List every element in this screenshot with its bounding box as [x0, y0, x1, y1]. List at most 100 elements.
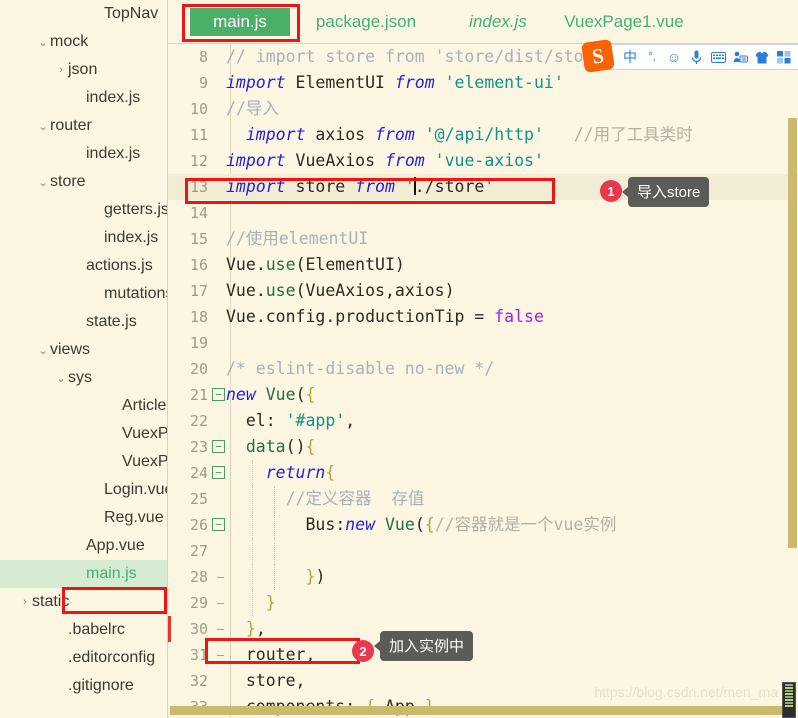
code-line-text: //导入 — [226, 99, 279, 118]
tree-item-label: mutations.js — [104, 285, 168, 302]
code-line[interactable]: 10 //导入 — [168, 96, 798, 122]
code-line-text: new Vue({ — [226, 385, 316, 404]
ime-toolbox-icon[interactable] — [774, 47, 794, 67]
code-line[interactable]: 29 } — [168, 590, 798, 616]
code-line[interactable]: 17 Vue.use(VueAxios,axios) — [168, 278, 798, 304]
code-line-text: import ElementUI from 'element-ui' — [226, 73, 564, 92]
code-line[interactable]: 25 //定义容器 存值 — [168, 486, 798, 512]
tree-item-main-js[interactable]: main.js — [0, 560, 168, 588]
chevron-down-icon[interactable]: ⌄ — [36, 36, 50, 49]
line-number: 20 — [189, 360, 208, 378]
chevron-down-icon[interactable]: ⌄ — [54, 372, 68, 385]
vertical-scrollbar[interactable] — [788, 118, 797, 548]
chevron-down-icon[interactable]: ⌄ — [36, 120, 50, 133]
horizontal-scrollbar-thumb[interactable] — [170, 706, 795, 715]
callout-tip-1: 导入store — [621, 177, 710, 207]
tree-item-json[interactable]: › json — [0, 56, 168, 84]
code-line-text: router, — [245, 645, 316, 664]
code-line[interactable]: 11 import axios from '@/api/http' //用了工具… — [168, 122, 798, 148]
ime-emoji-icon[interactable]: ☺ — [664, 47, 684, 67]
tree-item-article-vue[interactable]: Article.vue — [0, 392, 168, 420]
tree-item-vuexpage2-vue[interactable]: VuexPage2.vue — [0, 448, 168, 476]
tree-item-actions-js[interactable]: actions.js — [0, 252, 168, 280]
code-line[interactable]: 16 Vue.use(ElementUI) — [168, 252, 798, 278]
code-minimap[interactable] — [782, 682, 796, 718]
code-line[interactable]: 18 Vue.config.productionTip = false — [168, 304, 798, 330]
tree-item-login-vue[interactable]: Login.vue — [0, 476, 168, 504]
code-fold-toggle-icon[interactable]: − — [212, 388, 225, 401]
code-line[interactable]: 15 //使用elementUI — [168, 226, 798, 252]
line-number: 19 — [189, 334, 208, 352]
tree-item-label: VuexPage1.vue — [122, 425, 168, 442]
chevron-right-icon[interactable]: › — [18, 596, 32, 608]
chevron-right-icon[interactable]: › — [54, 64, 68, 76]
chevron-down-icon[interactable]: ⌄ — [36, 176, 50, 189]
ime-voice-input-icon[interactable] — [686, 47, 706, 67]
code-line[interactable]: 31 router, — [168, 642, 798, 668]
minimap-line — [785, 684, 793, 686]
tree-item-index-js[interactable]: index.js — [0, 140, 168, 168]
tree-item-gitignore[interactable]: .gitignore — [0, 672, 168, 700]
tree-item-sys[interactable]: ⌄ sys — [0, 364, 168, 392]
tree-item-store[interactable]: ⌄ store — [0, 168, 168, 196]
code-line[interactable]: 27 — [168, 538, 798, 564]
code-line[interactable]: 21− new Vue({ — [168, 382, 798, 408]
minimap-line — [785, 693, 793, 695]
tree-item-mock[interactable]: ⌄ mock — [0, 28, 168, 56]
tree-item-topnav[interactable]: TopNav — [0, 0, 168, 28]
horizontal-scrollbar[interactable] — [170, 706, 795, 715]
code-line[interactable]: 20 /* eslint-disable no-new */ — [168, 356, 798, 382]
tree-item-vuexpage1-vue[interactable]: VuexPage1.vue — [0, 420, 168, 448]
tree-item-router[interactable]: ⌄ router — [0, 112, 168, 140]
tree-item-static[interactable]: › static — [0, 588, 168, 616]
line-number: 29 — [189, 594, 208, 612]
tree-item-index-js[interactable]: index.js — [0, 224, 168, 252]
editor-tab-main-js[interactable]: main.js — [190, 8, 290, 36]
code-line[interactable]: 22 el: '#app', — [168, 408, 798, 434]
project-tree-panel[interactable]: TopNav ⌄ mock › json index.js ⌄ router index.js ⌄… — [0, 0, 168, 718]
editor-tab-package-json[interactable]: package.json — [306, 8, 426, 36]
editor-tab-label: index.js — [469, 12, 527, 31]
code-fold-toggle-icon[interactable]: − — [212, 518, 225, 531]
editor-tab-bar[interactable]: main.js package.json index.js VuexPage1.vue — [168, 0, 798, 44]
code-line[interactable]: 28 }) — [168, 564, 798, 590]
code-line[interactable]: 26− Bus:new Vue({//容器就是一个vue实例 — [168, 512, 798, 538]
line-number: 12 — [189, 152, 208, 170]
line-number: 18 — [189, 308, 208, 326]
ime-punctuation-icon[interactable]: °, — [642, 47, 662, 67]
code-fold-toggle-icon[interactable]: − — [212, 440, 225, 453]
code-line[interactable]: 23− data(){ — [168, 434, 798, 460]
chevron-down-icon[interactable]: ⌄ — [36, 344, 50, 357]
tree-item-getters-js[interactable]: getters.js — [0, 196, 168, 224]
code-line[interactable]: 12 import VueAxios from 'vue-axios' — [168, 148, 798, 174]
code-line[interactable]: 9 import ElementUI from 'element-ui' — [168, 70, 798, 96]
tree-item-babelrc[interactable]: .babelrc — [0, 616, 168, 644]
code-content[interactable]: 8// import store from 'store/dist/store.… — [168, 44, 798, 718]
callout-badge-2: 2 — [352, 640, 374, 662]
tree-item-app-vue[interactable]: App.vue — [0, 532, 168, 560]
ime-skin-theme-icon[interactable] — [752, 47, 772, 67]
tree-item-state-js[interactable]: state.js — [0, 308, 168, 336]
tree-item-views[interactable]: ⌄ views — [0, 336, 168, 364]
tree-item-label: json — [68, 61, 98, 78]
tree-item-label: sys — [68, 369, 92, 386]
code-line-text: import store from './store' — [226, 177, 495, 196]
code-line[interactable]: 30 }, — [168, 616, 798, 642]
tree-item-reg-vue[interactable]: Reg.vue — [0, 504, 168, 532]
code-line[interactable]: 19 — [168, 330, 798, 356]
code-fold-toggle-icon[interactable]: − — [212, 466, 225, 479]
editor-tab-index-js[interactable]: index.js — [458, 8, 538, 36]
tree-item-label: state.js — [86, 313, 137, 330]
line-number: 31 — [189, 646, 208, 664]
editor-tab-vuexpage1-vue[interactable]: VuexPage1.vue — [554, 8, 694, 36]
tree-item-editorconfig[interactable]: .editorconfig — [0, 644, 168, 672]
sogou-ime-toolbar[interactable]: S 中 °, ☺ — [581, 39, 798, 73]
tree-item-label: Article.vue — [122, 397, 168, 414]
tree-item-mutations-js[interactable]: mutations.js — [0, 280, 168, 308]
ime-soft-keyboard-icon[interactable] — [708, 47, 728, 67]
ime-mode-chinese-icon[interactable]: 中 — [620, 47, 640, 67]
code-lines: 8// import store from 'store/dist/store.… — [168, 44, 798, 718]
tree-item-index-js[interactable]: index.js — [0, 84, 168, 112]
ime-user-account-icon[interactable] — [730, 47, 750, 67]
code-line[interactable]: 24− return{ — [168, 460, 798, 486]
